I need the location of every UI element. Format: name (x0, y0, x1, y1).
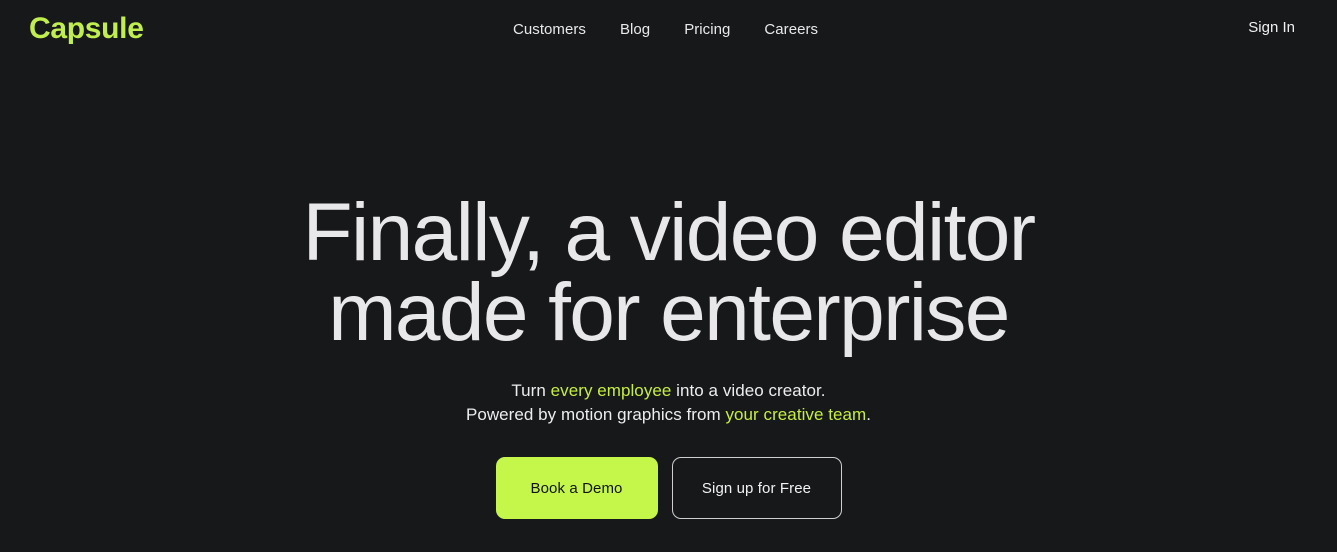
sign-up-for-free-button[interactable]: Sign up for Free (671, 457, 842, 519)
book-a-demo-button[interactable]: Book a Demo (495, 457, 658, 519)
hero-subtitle: Turn every employee into a video creator… (466, 379, 871, 427)
site-header: Capsule Customers Blog Pricing Careers S… (0, 0, 1337, 58)
brand-logo[interactable]: Capsule (29, 12, 144, 46)
hero-heading-line-2: made for enterprise (328, 267, 1010, 358)
hero-section: Finally, a video editor made for enterpr… (0, 58, 1337, 552)
hero-heading-line-1: Finally, a video editor (302, 187, 1037, 278)
sign-in-link[interactable]: Sign In (1248, 18, 1295, 38)
hero-heading: Finally, a video editor made for enterpr… (119, 187, 1219, 358)
hero-subtitle-line-2-pre: Powered by motion graphics from (465, 405, 726, 424)
cta-button-row: Book a Demo Sign up for Free (495, 457, 842, 519)
hero-subtitle-line-1-post: into a video creator. (671, 381, 826, 400)
hero-subtitle-line-1-accent: every employee (550, 381, 672, 400)
nav-item-pricing[interactable]: Pricing (684, 20, 730, 40)
hero-subtitle-line-1-pre: Turn (511, 381, 551, 400)
nav-item-customers[interactable]: Customers (513, 20, 586, 40)
hero-subtitle-line-1: Turn every employee into a video creator… (466, 379, 871, 403)
main-navigation: Customers Blog Pricing Careers (513, 20, 818, 40)
hero-subtitle-line-2-accent: your creative team (725, 405, 867, 424)
hero-subtitle-line-2-post: . (866, 405, 872, 424)
landing-page: Capsule Customers Blog Pricing Careers S… (0, 0, 1337, 552)
hero-subtitle-line-2: Powered by motion graphics from your cre… (466, 403, 871, 427)
nav-item-blog[interactable]: Blog (620, 20, 650, 40)
nav-item-careers[interactable]: Careers (764, 20, 818, 40)
